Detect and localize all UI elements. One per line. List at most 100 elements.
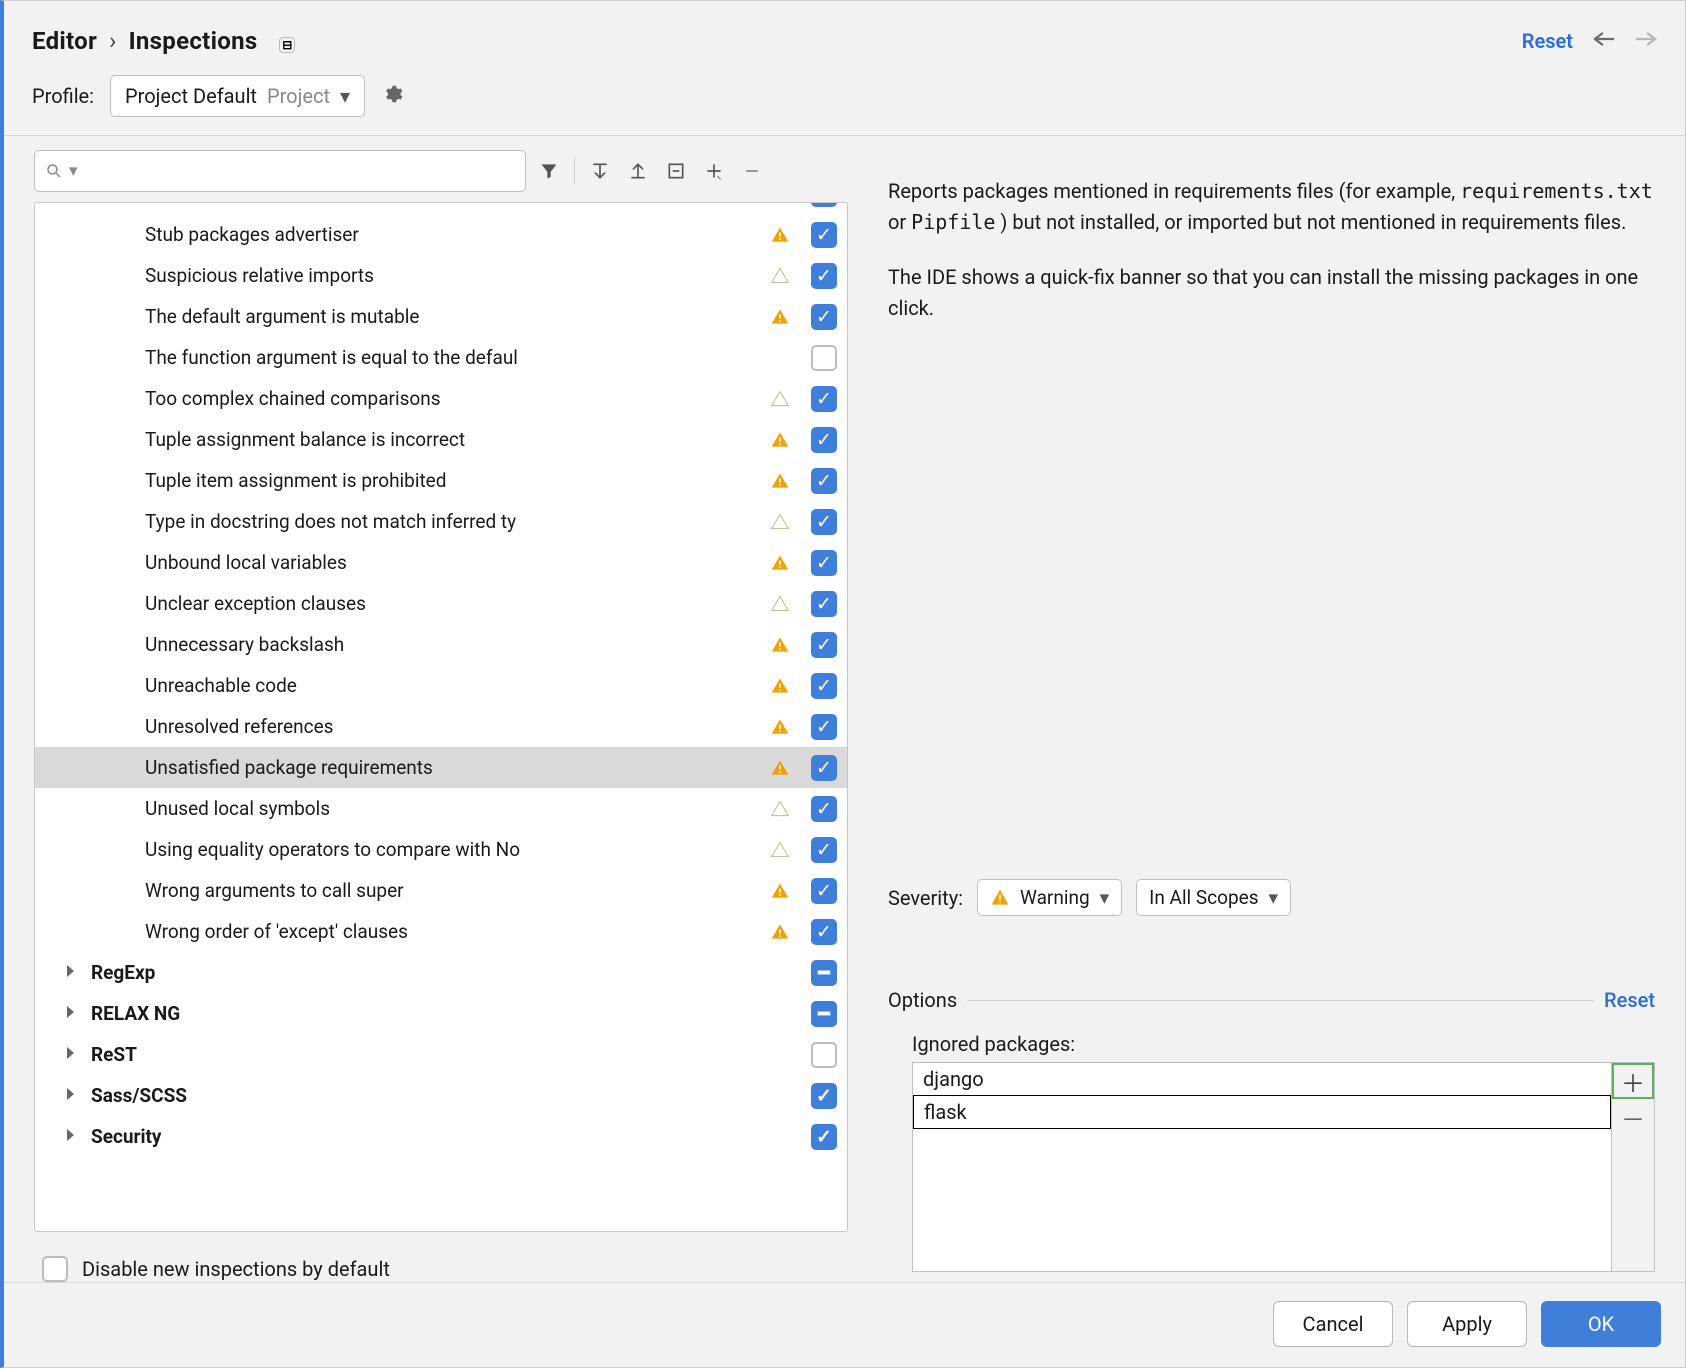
inspection-checkbox[interactable]: ✓ <box>811 632 837 658</box>
inspection-checkbox[interactable]: ━ <box>811 960 837 986</box>
profile-row: Profile: Project Default Project <box>4 71 1685 136</box>
inspection-checkbox[interactable]: ✓ <box>811 714 837 740</box>
category-label: RELAX NG <box>91 1002 765 1025</box>
inspection-row[interactable]: Using equality operators to compare with… <box>35 829 847 870</box>
warning-icon <box>770 553 790 573</box>
inspection-row[interactable]: Unbound local variables ✓ <box>35 542 847 583</box>
inspection-row[interactable]: Unused local symbols ✓ <box>35 788 847 829</box>
ignored-package-item[interactable]: django <box>913 1063 1611 1095</box>
cancel-button[interactable]: Cancel <box>1273 1301 1393 1347</box>
inspection-row[interactable]: Tuple assignment balance is incorrect ✓ <box>35 419 847 460</box>
reset-link[interactable]: Reset <box>1522 29 1573 53</box>
expand-arrow-icon[interactable] <box>65 1084 77 1107</box>
expand-all-icon[interactable] <box>585 156 615 186</box>
category-label: Security <box>91 1125 765 1148</box>
ok-button[interactable]: OK <box>1541 1301 1661 1347</box>
disable-new-checkbox[interactable] <box>42 1256 68 1282</box>
category-row[interactable]: RegExp ━ <box>35 952 847 993</box>
expand-arrow-icon[interactable] <box>65 1043 77 1066</box>
forward-arrow-icon[interactable] <box>1635 29 1657 54</box>
inspection-checkbox[interactable]: ✓ <box>811 263 837 289</box>
inspection-checkbox[interactable]: ✓ <box>811 1124 837 1150</box>
expand-arrow-icon[interactable] <box>65 961 77 984</box>
profile-select-hint: Project <box>267 84 330 108</box>
category-row[interactable]: Sass/SCSS ✓ <box>35 1075 847 1116</box>
collapse-icon[interactable]: ⊟ <box>279 27 295 55</box>
desc-text: or <box>888 210 911 234</box>
inspection-row[interactable]: Unreachable code ✓ <box>35 665 847 706</box>
inspection-checkbox[interactable]: ✓ <box>811 1083 837 1109</box>
inspection-checkbox[interactable]: ✓ <box>811 837 837 863</box>
inspection-row[interactable]: Type in docstring does not match inferre… <box>35 501 847 542</box>
toggle-icon[interactable] <box>661 156 691 186</box>
inspection-checkbox[interactable]: ✓ <box>811 878 837 904</box>
inspection-checkbox[interactable]: ✓ <box>811 591 837 617</box>
inspection-checkbox[interactable]: ✓ <box>811 202 837 207</box>
back-arrow-icon[interactable] <box>1593 29 1615 54</box>
expand-arrow-icon[interactable] <box>65 1125 77 1148</box>
inspection-checkbox[interactable]: ✓ <box>811 222 837 248</box>
breadcrumb-parent[interactable]: Editor <box>32 27 97 55</box>
inspection-row[interactable]: Unclear exception clauses ✓ <box>35 583 847 624</box>
inspection-row[interactable]: Too complex chained comparisons ✓ <box>35 378 847 419</box>
inspection-checkbox[interactable]: ✓ <box>811 919 837 945</box>
inspection-checkbox[interactable]: ✓ <box>811 427 837 453</box>
inspection-checkbox[interactable]: ✓ <box>811 468 837 494</box>
remove-icon[interactable] <box>737 156 767 186</box>
inspection-checkbox[interactable]: ✓ <box>811 673 837 699</box>
inspection-row[interactable]: Wrong arguments to call super ✓ <box>35 870 847 911</box>
options-reset-link[interactable]: Reset <box>1604 988 1655 1012</box>
caret-down-icon <box>340 84 350 108</box>
ignored-packages-list[interactable]: djangoflask <box>912 1062 1611 1272</box>
inspection-description: Reports packages mentioned in requiremen… <box>888 176 1655 348</box>
inspection-label: Too complex chained comparisons <box>145 387 765 410</box>
add-ignored-button[interactable]: ＋ <box>1612 1063 1654 1099</box>
inspection-checkbox[interactable]: ✓ <box>811 509 837 535</box>
category-row[interactable]: Security ✓ <box>35 1116 847 1157</box>
inspection-row[interactable]: The default argument is mutable ✓ <box>35 296 847 337</box>
inspection-label: Suspicious relative imports <box>145 264 765 287</box>
ignored-package-item[interactable]: flask <box>913 1095 1611 1129</box>
inspection-checkbox[interactable]: ✓ <box>811 304 837 330</box>
remove-ignored-button[interactable]: － <box>1612 1099 1654 1135</box>
apply-button[interactable]: Apply <box>1407 1301 1527 1347</box>
inspection-checkbox[interactable] <box>811 345 837 371</box>
inspections-tree[interactable]: Statement has no effect ✓ Stub packages … <box>34 202 848 1232</box>
category-row[interactable]: RELAX NG ━ <box>35 993 847 1034</box>
inspection-checkbox[interactable]: ✓ <box>811 796 837 822</box>
inspection-checkbox[interactable]: ━ <box>811 1001 837 1027</box>
inspection-row[interactable]: Suspicious relative imports ✓ <box>35 255 847 296</box>
filter-icon[interactable] <box>534 156 564 186</box>
inspection-row[interactable]: The function argument is equal to the de… <box>35 337 847 378</box>
collapse-all-icon[interactable] <box>623 156 653 186</box>
footer: Cancel Apply OK <box>4 1282 1685 1367</box>
severity-select[interactable]: Warning <box>977 879 1122 916</box>
profile-select[interactable]: Project Default Project <box>110 75 365 117</box>
category-row[interactable]: ReST <box>35 1034 847 1075</box>
weak-warning-icon <box>770 389 790 409</box>
disable-new-inspections-row[interactable]: Disable new inspections by default <box>34 1236 848 1282</box>
warning-icon <box>770 717 790 737</box>
tree-toolbar: ▾ <box>34 146 848 198</box>
inspection-checkbox[interactable]: ✓ <box>811 755 837 781</box>
inspection-checkbox[interactable]: ✓ <box>811 550 837 576</box>
inspection-checkbox[interactable] <box>811 1042 837 1068</box>
inspection-row[interactable]: Unnecessary backslash ✓ <box>35 624 847 665</box>
add-icon[interactable] <box>699 156 729 186</box>
inspection-row[interactable]: Statement has no effect ✓ <box>35 202 847 214</box>
inspection-row[interactable]: Stub packages advertiser ✓ <box>35 214 847 255</box>
inspection-row[interactable]: Unresolved references ✓ <box>35 706 847 747</box>
inspection-label: Using equality operators to compare with… <box>145 838 765 861</box>
expand-arrow-icon[interactable] <box>65 1002 77 1025</box>
search-input[interactable]: ▾ <box>34 150 526 192</box>
gear-icon[interactable] <box>381 83 403 110</box>
scope-select[interactable]: In All Scopes <box>1136 879 1291 916</box>
weak-warning-icon <box>770 799 790 819</box>
inspection-row[interactable]: Unsatisfied package requirements ✓ <box>35 747 847 788</box>
caret-down-icon <box>1100 886 1110 909</box>
inspection-checkbox[interactable]: ✓ <box>811 386 837 412</box>
settings-dialog: Editor › Inspections ⊟ Reset Profile: Pr… <box>0 0 1686 1368</box>
inspection-row[interactable]: Wrong order of 'except' clauses ✓ <box>35 911 847 952</box>
inspection-row[interactable]: Tuple item assignment is prohibited ✓ <box>35 460 847 501</box>
header-right: Reset <box>1522 29 1657 54</box>
